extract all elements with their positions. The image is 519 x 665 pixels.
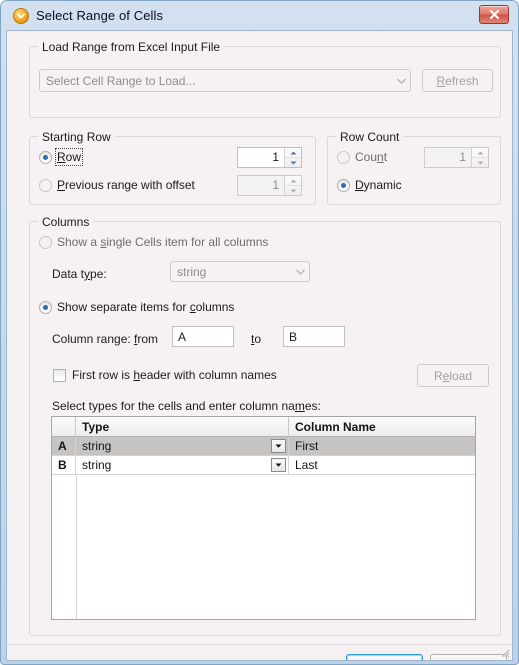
data-type-combo[interactable]: string (170, 261, 310, 282)
load-range-group: Load Range from Excel Input File Select … (29, 40, 501, 118)
spinner-up-icon[interactable] (285, 176, 301, 185)
reload-button[interactable]: Reload (417, 364, 489, 387)
reload-button-label: Reload (433, 368, 473, 383)
radio-indicator-count (337, 150, 350, 164)
data-type-combo-value: string (177, 264, 207, 279)
refresh-button-label: Refresh (436, 73, 479, 88)
row-count-spinner-value: 1 (459, 150, 466, 164)
radio-label-dynamic: Dynamic (355, 178, 402, 192)
resize-grip-icon[interactable] (498, 646, 510, 658)
spinner-up-icon[interactable] (285, 148, 301, 157)
data-type-label: Data type: (52, 267, 107, 281)
radio-separate-items[interactable]: Show separate items for columns (39, 300, 234, 314)
grid-header-row: Type Column Name (52, 417, 475, 437)
cell-range-combo-value: Select Cell Range to Load... (46, 73, 196, 88)
grid-header-rowkey (52, 417, 76, 436)
refresh-button[interactable]: Refresh (422, 69, 493, 92)
row-count-group-title: Row Count (336, 130, 404, 144)
starting-row-spinner-buttons[interactable] (284, 148, 301, 167)
starting-row-spinner-value: 1 (272, 150, 279, 164)
grid-row-key: B (52, 456, 76, 474)
footer-separator (7, 644, 512, 645)
grid-empty-gutter (52, 475, 77, 619)
grid-empty-body (77, 475, 475, 619)
offset-spinner-buttons[interactable] (284, 176, 301, 195)
columns-group-title: Columns (38, 215, 94, 229)
chevron-down-icon (291, 269, 309, 275)
row-count-spinner-buttons[interactable] (471, 148, 488, 167)
grid-cell-column-name[interactable]: First (289, 437, 475, 455)
grid-cell-type[interactable]: string (76, 437, 289, 455)
grid-cell-type[interactable]: string (76, 456, 289, 474)
radio-indicator-dynamic (337, 178, 350, 192)
starting-row-spinner[interactable]: 1 (237, 147, 302, 168)
column-from-value: A (178, 329, 187, 344)
starting-row-group-title: Starting Row (38, 130, 115, 144)
grid-cell-column-name[interactable]: Last (289, 456, 475, 474)
window-title: Select Range of Cells (36, 8, 164, 23)
radio-dynamic[interactable]: Dynamic (337, 178, 402, 192)
radio-label-previous-range: Previous range with offset (57, 178, 195, 192)
radio-single-cells-item[interactable]: Show a single Cells item for all columns (39, 235, 268, 249)
ok-button[interactable]: OK (346, 654, 423, 661)
chevron-down-icon (392, 78, 410, 84)
chevron-down-icon[interactable] (271, 439, 286, 453)
radio-count[interactable]: Count (337, 150, 387, 164)
cancel-button-label: Cancel (450, 659, 487, 661)
spinner-down-icon[interactable] (285, 157, 301, 167)
radio-label-single-cells: Show a single Cells item for all columns (57, 235, 269, 249)
grid-header-type[interactable]: Type (76, 417, 289, 436)
grid-empty-area (52, 475, 475, 619)
radio-indicator-separate-items (39, 300, 52, 314)
radio-label-count: Count (355, 150, 388, 164)
dialog-client-area: Load Range from Excel Input File Select … (6, 30, 513, 661)
grid-header-column-name[interactable]: Column Name (289, 417, 475, 436)
checkbox-indicator (53, 368, 66, 382)
close-button[interactable] (479, 5, 509, 24)
offset-spinner-value: 1 (272, 178, 279, 192)
columns-group: Columns Show a single Cells item for all… (29, 215, 501, 636)
table-row[interactable]: A string First (52, 437, 475, 456)
ok-button-label: OK (376, 659, 393, 661)
chevron-circle-icon (13, 7, 29, 24)
first-row-header-label: First row is header with column names (72, 368, 277, 382)
dialog-window: Select Range of Cells Load Range from Ex… (0, 0, 519, 665)
radio-row-start[interactable]: Row (39, 148, 84, 166)
grid-row-key: A (52, 437, 76, 455)
row-count-spinner[interactable]: 1 (424, 147, 489, 168)
radio-indicator-previous-range (39, 178, 52, 192)
radio-label-row: Row (54, 148, 84, 166)
radio-previous-range-offset[interactable]: Previous range with offset (39, 178, 195, 192)
cancel-button[interactable]: Cancel (430, 654, 507, 661)
radio-label-separate-items: Show separate items for columns (57, 300, 235, 314)
cells-type-grid[interactable]: Type Column Name A string First B string (51, 416, 476, 620)
starting-row-group: Starting Row Row Previous range with off… (29, 130, 316, 205)
spinner-down-icon[interactable] (285, 185, 301, 195)
cell-range-combo[interactable]: Select Cell Range to Load... (39, 69, 411, 92)
first-row-header-checkbox[interactable]: First row is header with column names (53, 368, 277, 382)
load-range-group-title: Load Range from Excel Input File (38, 40, 225, 54)
table-row[interactable]: B string Last (52, 456, 475, 475)
column-to-input[interactable]: B (283, 326, 345, 347)
spinner-down-icon[interactable] (472, 157, 488, 167)
spinner-up-icon[interactable] (472, 148, 488, 157)
column-to-value: B (289, 329, 298, 344)
column-from-input[interactable]: A (172, 326, 234, 347)
chevron-down-icon[interactable] (271, 458, 286, 472)
radio-indicator-single-cells (39, 235, 52, 249)
title-bar: Select Range of Cells (6, 1, 513, 30)
row-count-group: Row Count Count Dynamic 1 (327, 130, 501, 205)
column-to-label: to (251, 332, 262, 346)
column-range-label: Column range: from (52, 332, 159, 346)
radio-indicator-row (39, 150, 52, 164)
grid-caption: Select types for the cells and enter col… (52, 399, 321, 413)
offset-spinner[interactable]: 1 (237, 175, 302, 196)
